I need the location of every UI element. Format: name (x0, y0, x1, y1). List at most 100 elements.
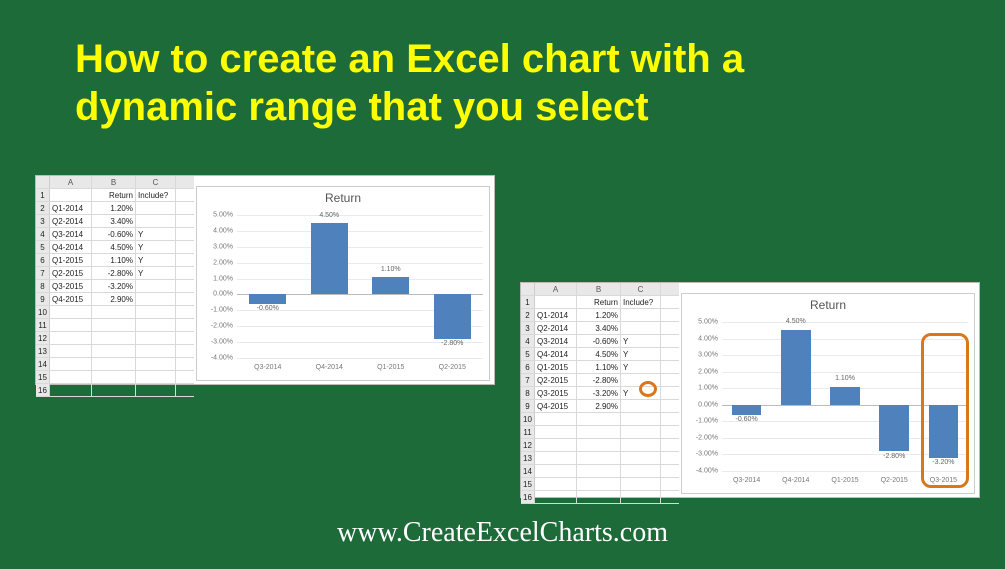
cell[interactable] (50, 306, 92, 318)
col-header[interactable]: A (50, 176, 92, 188)
cell[interactable] (621, 400, 661, 412)
cell[interactable]: -0.60% (577, 335, 621, 347)
cell[interactable] (136, 384, 176, 396)
cell[interactable] (50, 345, 92, 357)
cell[interactable] (577, 426, 621, 438)
cell[interactable] (50, 319, 92, 331)
row-header[interactable]: 13 (521, 452, 535, 464)
cell[interactable] (621, 439, 661, 451)
cell[interactable]: Q3-2015 (535, 387, 577, 399)
row-header[interactable]: 1 (36, 189, 50, 201)
cell[interactable]: 3.40% (92, 215, 136, 227)
cell[interactable]: Q2-2015 (50, 267, 92, 279)
col-header[interactable]: A (535, 283, 577, 295)
cell[interactable]: 2.90% (577, 400, 621, 412)
cell[interactable] (136, 332, 176, 344)
cell[interactable] (136, 345, 176, 357)
cell[interactable]: Q4-2014 (535, 348, 577, 360)
cell[interactable]: -2.80% (92, 267, 136, 279)
cell[interactable] (50, 371, 92, 383)
cell[interactable] (621, 426, 661, 438)
cell[interactable]: -3.20% (577, 387, 621, 399)
row-header[interactable]: 11 (36, 319, 50, 331)
row-header[interactable]: 3 (521, 322, 535, 334)
cell[interactable] (92, 384, 136, 396)
row-header[interactable]: 2 (36, 202, 50, 214)
cell[interactable] (92, 345, 136, 357)
cell[interactable]: 1.20% (577, 309, 621, 321)
row-header[interactable]: 6 (36, 254, 50, 266)
row-header[interactable]: 16 (36, 384, 50, 396)
cell[interactable] (621, 452, 661, 464)
cell[interactable] (92, 332, 136, 344)
cell[interactable] (92, 358, 136, 370)
cell[interactable] (621, 491, 661, 503)
cell[interactable] (621, 478, 661, 490)
cell[interactable]: Y (621, 361, 661, 373)
cell[interactable]: Q4-2014 (50, 241, 92, 253)
cell[interactable] (535, 413, 577, 425)
cell[interactable] (136, 202, 176, 214)
row-header[interactable]: 4 (36, 228, 50, 240)
cell[interactable] (535, 296, 577, 308)
cell[interactable]: Q2-2014 (535, 322, 577, 334)
cell[interactable]: Q4-2015 (535, 400, 577, 412)
cell[interactable] (577, 413, 621, 425)
cell[interactable]: -3.20% (92, 280, 136, 292)
row-header[interactable]: 6 (521, 361, 535, 373)
cell[interactable]: Y (621, 335, 661, 347)
cell[interactable] (535, 465, 577, 477)
cell[interactable] (577, 439, 621, 451)
cell[interactable] (136, 280, 176, 292)
cell[interactable]: Q1-2014 (50, 202, 92, 214)
cell[interactable]: Q3-2015 (50, 280, 92, 292)
cell[interactable] (577, 478, 621, 490)
cell[interactable]: 1.10% (92, 254, 136, 266)
cell[interactable] (535, 478, 577, 490)
row-header[interactable]: 7 (521, 374, 535, 386)
row-header[interactable]: 8 (36, 280, 50, 292)
cell[interactable] (535, 491, 577, 503)
cell[interactable] (92, 319, 136, 331)
cell[interactable]: Y (621, 348, 661, 360)
cell[interactable] (577, 465, 621, 477)
row-header[interactable]: 3 (36, 215, 50, 227)
row-header[interactable]: 11 (521, 426, 535, 438)
cell[interactable] (136, 358, 176, 370)
cell[interactable]: Y (136, 254, 176, 266)
cell[interactable]: Return (577, 296, 621, 308)
cell[interactable]: Q3-2014 (535, 335, 577, 347)
col-header[interactable]: B (577, 283, 621, 295)
cell[interactable]: Q1-2014 (535, 309, 577, 321)
row-header[interactable]: 4 (521, 335, 535, 347)
row-header[interactable]: 2 (521, 309, 535, 321)
cell[interactable] (136, 293, 176, 305)
cell[interactable]: Q2-2014 (50, 215, 92, 227)
cell[interactable]: -2.80% (577, 374, 621, 386)
cell[interactable] (577, 491, 621, 503)
row-header[interactable]: 10 (521, 413, 535, 425)
cell[interactable] (621, 374, 661, 386)
cell[interactable]: 2.90% (92, 293, 136, 305)
cell[interactable]: -0.60% (92, 228, 136, 240)
cell[interactable] (50, 332, 92, 344)
cell[interactable]: 1.10% (577, 361, 621, 373)
row-header[interactable]: 8 (521, 387, 535, 399)
cell[interactable]: Include? (136, 189, 176, 201)
cell[interactable]: Include? (621, 296, 661, 308)
cell[interactable] (535, 452, 577, 464)
row-header[interactable]: 15 (521, 478, 535, 490)
cell[interactable]: Q2-2015 (535, 374, 577, 386)
cell[interactable] (577, 452, 621, 464)
col-header[interactable]: C (621, 283, 661, 295)
cell[interactable] (136, 371, 176, 383)
cell[interactable] (50, 189, 92, 201)
cell[interactable] (535, 426, 577, 438)
row-header[interactable]: 5 (36, 241, 50, 253)
row-header[interactable]: 16 (521, 491, 535, 503)
row-header[interactable]: 1 (521, 296, 535, 308)
cell[interactable]: 3.40% (577, 322, 621, 334)
cell[interactable] (621, 465, 661, 477)
row-header[interactable]: 9 (36, 293, 50, 305)
cell[interactable] (621, 413, 661, 425)
